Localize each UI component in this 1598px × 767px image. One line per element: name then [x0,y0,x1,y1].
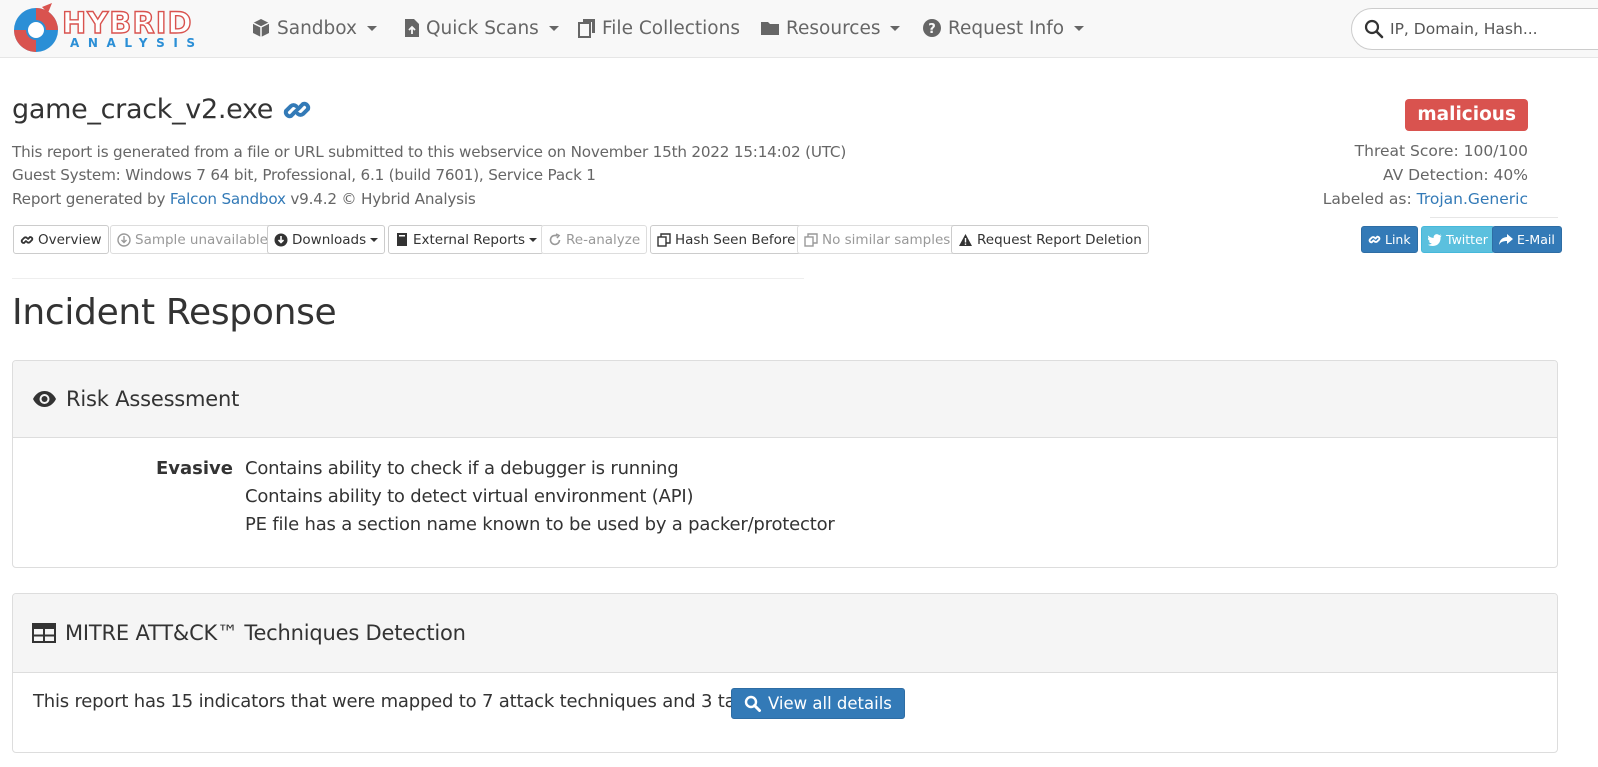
view-all-details-button[interactable]: View all details [731,688,905,719]
chevron-down-icon [529,237,538,242]
question-circle-icon: ? [923,19,941,37]
hash-seen-before-label: Hash Seen Before [675,231,796,248]
folder-icon [761,22,779,35]
file-title: game_crack_v2.exe [12,94,312,125]
top-navbar: HYBRID ANALYSIS Sandbox Quick Scans File… [0,0,1598,58]
refresh-icon [549,232,561,245]
downloads-dropdown[interactable]: Downloads [267,225,386,254]
share-email-label: E-Mail [1517,232,1555,247]
sample-unavailable-label: Sample unavailable [135,231,268,248]
twitter-icon [1428,233,1442,246]
files-icon [578,19,595,38]
risk-assessment-panel: Risk Assessment Evasive Contains ability… [12,360,1558,568]
mitre-panel: MITRE ATT&CK™ Techniques Detection This … [12,593,1558,753]
search-box [1351,8,1598,50]
search-icon [744,695,761,712]
warning-icon [959,233,972,246]
link-icon [20,235,34,244]
section-title: Incident Response [12,292,337,333]
logo-text-main: HYBRID [61,6,193,40]
labeled-as-link[interactable]: Trojan.Generic [1417,190,1528,208]
download-circle-icon [274,233,288,246]
risk-item: PE file has a section name known to be u… [245,514,835,535]
nav-request-info-label: Request Info [948,17,1065,39]
labeled-as: Labeled as: Trojan.Generic [1323,190,1528,208]
share-twitter-button[interactable]: Twitter [1421,226,1495,253]
share-arrow-icon [1499,233,1513,245]
share-link-button[interactable]: Link [1361,226,1418,253]
no-similar-samples-label: No similar samples [822,231,951,248]
book-icon [397,233,407,246]
cube-icon [252,19,270,37]
eye-icon [33,391,56,407]
logo-text-sub: ANALYSIS [70,36,204,50]
nav-resources[interactable]: Resources [760,15,901,41]
share-twitter-label: Twitter [1446,232,1488,247]
copy-icon [804,232,818,247]
link-icon [1368,235,1381,244]
hybrid-analysis-logo[interactable]: HYBRID ANALYSIS [12,3,217,55]
nav-file-collections-label: File Collections [602,17,740,39]
download-circle-icon [117,232,131,247]
mitre-heading: MITRE ATT&CK™ Techniques Detection [13,594,1557,673]
downloads-label: Downloads [292,231,367,248]
hash-seen-before-button[interactable]: Hash Seen Before [650,225,803,254]
submitted-info: This report is generated from a file or … [12,143,847,161]
reanalyze-label: Re-analyze [566,231,641,248]
svg-text:?: ? [928,22,936,37]
av-detection: AV Detection: 40% [1382,166,1528,184]
nav-sandbox-label: Sandbox [277,17,357,39]
chevron-down-icon [367,25,377,31]
no-similar-samples-button[interactable]: No similar samples [797,225,958,254]
risk-assessment-heading: Risk Assessment [13,361,1557,438]
table-icon [32,623,56,643]
chevron-down-icon [1074,25,1085,31]
mitre-title: MITRE ATT&CK™ Techniques Detection [65,621,466,645]
external-reports-label: External Reports [413,231,526,248]
nav-file-collections[interactable]: File Collections [578,15,740,41]
nav-quick-scans-label: Quick Scans [426,17,539,39]
falcon-sandbox-link[interactable]: Falcon Sandbox [170,190,286,208]
copy-icon [657,232,671,247]
external-reports-dropdown[interactable]: External Reports [388,225,545,254]
request-deletion-label: Request Report Deletion [977,231,1142,248]
chevron-down-icon [548,25,559,31]
header-divider [12,278,804,279]
chevron-down-icon [890,25,901,31]
chevron-down-icon [370,237,379,242]
score-divider [1430,217,1558,218]
risk-item: Contains ability to check if a debugger … [245,458,679,479]
labeled-as-prefix: Labeled as: [1322,190,1417,208]
nav-resources-label: Resources [786,17,881,39]
threat-score: Threat Score: 100/100 [1354,142,1528,160]
view-all-details-label: View all details [768,694,892,713]
overview-label: Overview [38,231,102,248]
nav-sandbox[interactable]: Sandbox [251,15,377,41]
risk-item: Contains ability to detect virtual envir… [245,486,694,507]
generated-by-prefix: Report generated by [12,190,170,208]
mitre-summary: This report has 15 indicators that were … [33,691,782,712]
search-input[interactable] [1390,17,1598,41]
nav-quick-scans[interactable]: Quick Scans [404,15,559,41]
file-name: game_crack_v2.exe [12,94,274,125]
share-email-button[interactable]: E-Mail [1492,226,1562,253]
verdict-badge: malicious [1405,99,1528,131]
generated-by-suffix: v9.4.2 © Hybrid Analysis [285,190,476,208]
permalink-icon[interactable] [282,95,312,125]
overview-button[interactable]: Overview [13,225,109,254]
guest-system-info: Guest System: Windows 7 64 bit, Professi… [12,166,596,184]
search-icon [1364,19,1384,39]
reanalyze-button[interactable]: Re-analyze [541,225,648,254]
risk-category-label: Evasive [156,458,234,479]
sample-unavailable-button[interactable]: Sample unavailable [110,225,275,254]
risk-assessment-title: Risk Assessment [66,387,240,411]
request-report-deletion-button[interactable]: Request Report Deletion [951,225,1149,254]
nav-request-info[interactable]: ? Request Info [922,15,1085,41]
share-link-label: Link [1385,232,1411,247]
logo-mark-icon [14,3,58,52]
generated-by-info: Report generated by Falcon Sandbox v9.4.… [12,190,476,208]
file-upload-icon [405,19,419,37]
